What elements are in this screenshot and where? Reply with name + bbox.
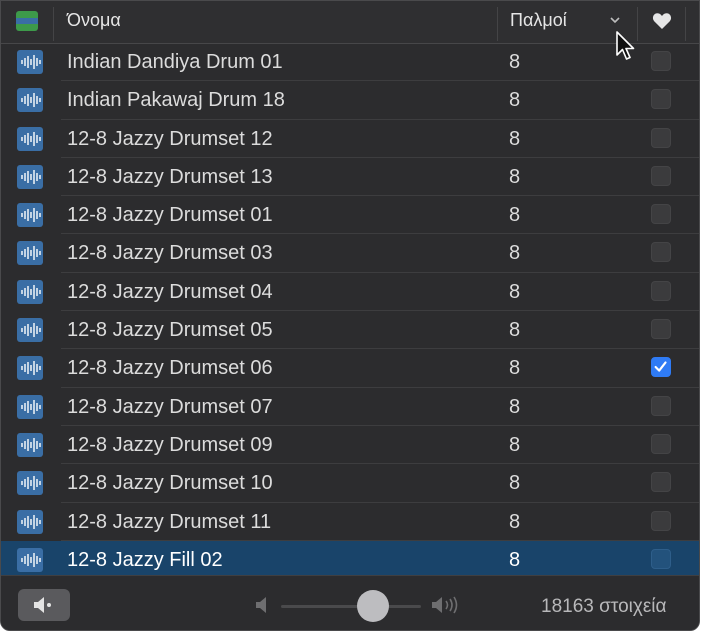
loop-name: 12-8 Jazzy Drumset 01 bbox=[67, 204, 273, 227]
loop-row[interactable]: 12-8 Jazzy Drumset 07 8 bbox=[1, 388, 699, 426]
loop-beats: 8 bbox=[509, 51, 521, 73]
loop-beats: 8 bbox=[509, 395, 521, 418]
column-header-name[interactable]: Όνομα bbox=[67, 10, 121, 31]
favorite-checkbox[interactable] bbox=[651, 548, 671, 569]
audio-waveform-icon bbox=[17, 394, 43, 419]
loop-name: 12-8 Jazzy Drumset 12 bbox=[67, 127, 273, 150]
loop-name: 12-8 Jazzy Drumset 06 bbox=[67, 357, 273, 380]
preview-speaker-button[interactable] bbox=[18, 589, 70, 621]
favorite-checkbox[interactable] bbox=[651, 510, 671, 531]
item-count: 18163 στοιχεία bbox=[541, 596, 667, 617]
favorite-checkbox[interactable] bbox=[651, 204, 671, 225]
loop-beats: 8 bbox=[509, 433, 521, 456]
loop-beats: 8 bbox=[509, 165, 521, 188]
loop-beats: 8 bbox=[509, 204, 521, 227]
favorite-checkbox[interactable] bbox=[651, 395, 671, 416]
loop-name: 12-8 Jazzy Drumset 05 bbox=[67, 319, 273, 342]
loop-beats: 8 bbox=[509, 510, 521, 533]
loop-row[interactable]: 12-8 Jazzy Drumset 09 8 bbox=[1, 426, 699, 465]
column-header: Όνομα Παλμοί bbox=[1, 1, 699, 44]
audio-waveform-icon bbox=[17, 50, 43, 74]
loop-beats: 8 bbox=[509, 357, 521, 380]
loop-row[interactable]: 12-8 Jazzy Drumset 04 8 bbox=[1, 273, 699, 312]
audio-waveform-icon bbox=[17, 279, 43, 304]
favorite-checkbox[interactable] bbox=[651, 127, 671, 148]
loop-row[interactable]: 12-8 Jazzy Drumset 06 8 bbox=[1, 349, 699, 388]
loop-beats: 8 bbox=[509, 319, 521, 342]
speaker-high-icon bbox=[432, 596, 458, 614]
footer-bar: 18163 στοιχεία bbox=[1, 575, 699, 630]
mouse-pointer-icon bbox=[616, 31, 635, 60]
loop-name: 12-8 Jazzy Drumset 03 bbox=[67, 242, 273, 265]
favorite-checkbox[interactable] bbox=[651, 51, 671, 71]
loop-row[interactable]: Indian Dandiya Drum 01 8 bbox=[1, 43, 699, 82]
volume-slider-track[interactable] bbox=[281, 605, 421, 608]
loop-name: Indian Dandiya Drum 01 bbox=[67, 51, 283, 73]
loop-name: 12-8 Jazzy Drumset 07 bbox=[67, 395, 273, 418]
loop-browser-window: Όνομα Παλμοί Indian Dandiya Drum 01 8 Indi… bbox=[0, 0, 700, 631]
favorite-checkbox[interactable] bbox=[651, 472, 671, 493]
loop-row[interactable]: 12-8 Jazzy Drumset 10 8 bbox=[1, 464, 699, 503]
favorite-checkbox[interactable] bbox=[651, 319, 671, 340]
favorite-checkbox[interactable] bbox=[651, 433, 671, 454]
loop-row[interactable]: 12-8 Jazzy Drumset 12 8 bbox=[1, 120, 699, 158]
audio-waveform-icon bbox=[17, 88, 43, 113]
header-divider bbox=[53, 7, 54, 41]
loop-name: 12-8 Jazzy Drumset 09 bbox=[67, 433, 273, 456]
speaker-icon bbox=[34, 597, 51, 613]
audio-waveform-icon bbox=[17, 126, 43, 151]
checkmark-icon bbox=[654, 361, 667, 373]
header-divider bbox=[685, 7, 686, 41]
heart-icon[interactable] bbox=[652, 12, 672, 30]
loop-beats: 8 bbox=[509, 280, 521, 303]
favorite-checkbox[interactable] bbox=[651, 242, 671, 263]
loop-row[interactable]: 12-8 Jazzy Drumset 05 8 bbox=[1, 311, 699, 350]
audio-waveform-icon bbox=[17, 356, 43, 381]
chevron-down-icon[interactable] bbox=[607, 13, 623, 27]
header-divider bbox=[497, 7, 498, 41]
audio-waveform-icon bbox=[17, 241, 43, 266]
audio-waveform-icon bbox=[17, 509, 43, 534]
loop-name: 12-8 Jazzy Drumset 13 bbox=[67, 165, 273, 188]
audio-waveform-icon bbox=[17, 547, 43, 572]
audio-waveform-icon bbox=[17, 164, 43, 189]
favorite-checkbox[interactable] bbox=[651, 89, 671, 110]
audio-waveform-icon bbox=[17, 471, 43, 496]
loop-beats: 8 bbox=[509, 127, 521, 150]
loop-row[interactable]: 12-8 Jazzy Drumset 11 8 bbox=[1, 503, 699, 541]
loop-row[interactable]: 12-8 Jazzy Fill 02 8 bbox=[1, 540, 699, 580]
favorite-checkbox[interactable] bbox=[651, 280, 671, 301]
audio-waveform-icon bbox=[17, 432, 43, 457]
speaker-low-icon bbox=[256, 597, 266, 613]
loop-row[interactable]: 12-8 Jazzy Drumset 03 8 bbox=[1, 234, 699, 273]
audio-waveform-icon bbox=[17, 318, 43, 343]
loop-beats: 8 bbox=[509, 242, 521, 265]
loop-beats: 8 bbox=[509, 89, 521, 112]
header-divider bbox=[637, 7, 638, 41]
loop-name: 12-8 Jazzy Fill 02 bbox=[67, 548, 223, 571]
loop-beats: 8 bbox=[509, 548, 521, 571]
favorite-checkbox[interactable] bbox=[651, 165, 671, 186]
audio-waveform-icon bbox=[17, 203, 43, 228]
loop-row[interactable]: Indian Pakawaj Drum 18 8 bbox=[1, 81, 699, 120]
loop-name: 12-8 Jazzy Drumset 11 bbox=[67, 510, 272, 533]
loop-type-color-icon[interactable] bbox=[16, 11, 38, 31]
loop-list: Indian Dandiya Drum 01 8 Indian Pakawaj Dr… bbox=[1, 43, 699, 580]
volume-slider-knob[interactable] bbox=[357, 590, 390, 622]
loop-row[interactable]: 12-8 Jazzy Drumset 01 8 bbox=[1, 196, 699, 235]
loop-name: Indian Pakawaj Drum 18 bbox=[67, 89, 285, 112]
loop-name: 12-8 Jazzy Drumset 04 bbox=[67, 280, 273, 303]
favorite-checkbox[interactable] bbox=[651, 357, 671, 378]
loop-name: 12-8 Jazzy Drumset 10 bbox=[67, 472, 273, 495]
loop-row[interactable]: 12-8 Jazzy Drumset 13 8 bbox=[1, 158, 699, 197]
loop-beats: 8 bbox=[509, 472, 521, 495]
column-header-beats[interactable]: Παλμοί bbox=[510, 10, 567, 31]
